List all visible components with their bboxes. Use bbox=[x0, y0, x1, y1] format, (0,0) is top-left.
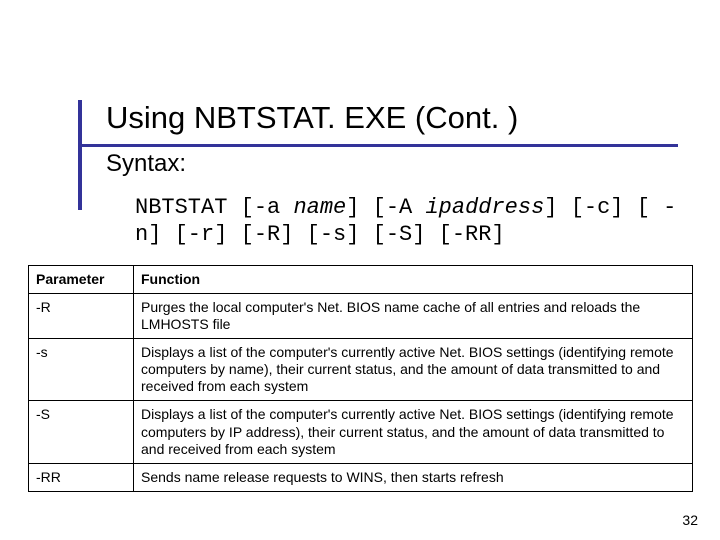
slide: Using NBTSTAT. EXE (Cont. ) Syntax: NBTS… bbox=[0, 0, 720, 540]
page-number: 32 bbox=[682, 512, 698, 528]
table-row: -s Displays a list of the computer's cur… bbox=[29, 339, 693, 401]
cell-func: Displays a list of the computer's curren… bbox=[134, 401, 693, 463]
title-vertical-bar bbox=[78, 100, 82, 210]
cell-param: -S bbox=[29, 401, 134, 463]
table-row: -RR Sends name release requests to WINS,… bbox=[29, 463, 693, 491]
slide-subtitle: Syntax: bbox=[106, 150, 678, 178]
table-row: -S Displays a list of the computer's cur… bbox=[29, 401, 693, 463]
syntax-italic-2: ipaddress bbox=[425, 195, 544, 220]
table-row: -R Purges the local computer's Net. BIOS… bbox=[29, 294, 693, 339]
cell-param: -R bbox=[29, 294, 134, 339]
cell-func: Displays a list of the computer's curren… bbox=[134, 339, 693, 401]
cell-param: -s bbox=[29, 339, 134, 401]
syntax-seg-2: ] [-A bbox=[346, 195, 425, 220]
table-header-row: Parameter Function bbox=[29, 266, 693, 294]
slide-title: Using NBTSTAT. EXE (Cont. ) bbox=[106, 100, 678, 136]
cell-param: -RR bbox=[29, 463, 134, 491]
cell-func: Sends name release requests to WINS, the… bbox=[134, 463, 693, 491]
syntax-text: NBTSTAT [-a name] [-A ipaddress] [-c] [ … bbox=[135, 195, 685, 249]
parameter-table: Parameter Function -R Purges the local c… bbox=[28, 265, 693, 492]
cell-func: Purges the local computer's Net. BIOS na… bbox=[134, 294, 693, 339]
syntax-seg-1: NBTSTAT [-a bbox=[135, 195, 293, 220]
syntax-italic-1: name bbox=[293, 195, 346, 220]
header-parameter: Parameter bbox=[29, 266, 134, 294]
title-underline bbox=[78, 144, 678, 147]
header-function: Function bbox=[134, 266, 693, 294]
title-block: Using NBTSTAT. EXE (Cont. ) Syntax: bbox=[78, 100, 678, 178]
